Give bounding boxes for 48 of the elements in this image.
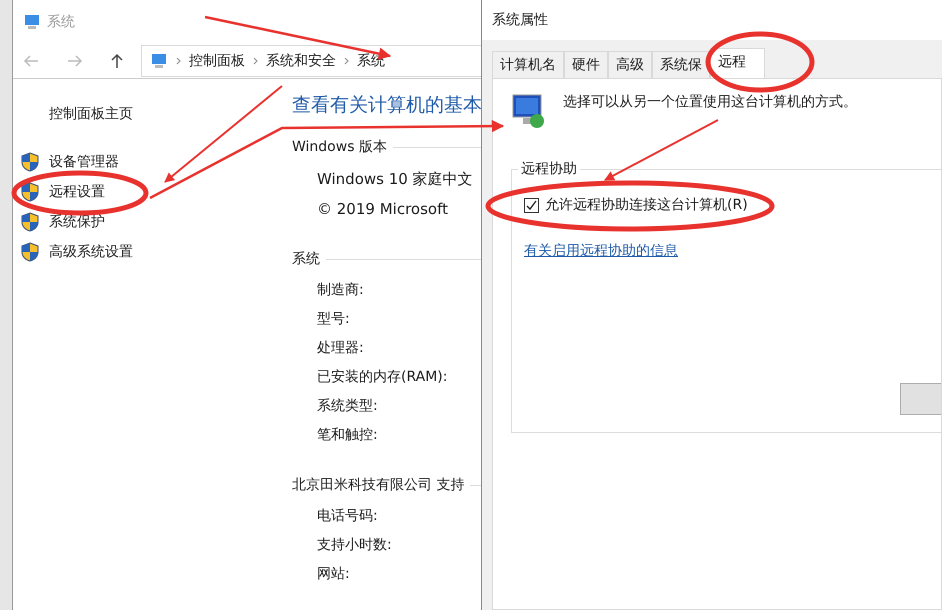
info-label: © 2019 Microsoft <box>316 199 449 220</box>
chevron-icon <box>176 57 181 65</box>
chevron-icon <box>344 57 349 65</box>
help-link[interactable]: 有关启用远程协助的信息 <box>524 242 678 260</box>
breadcrumb-item[interactable]: 系统和安全 <box>266 52 336 70</box>
section-title: 系统 <box>292 250 320 268</box>
window-title: 系统 <box>47 13 75 31</box>
page-heading: 查看有关计算机的基本 <box>292 93 481 118</box>
sidebar-link[interactable]: 高级系统设置 <box>49 243 133 261</box>
info-label: Windows 10 家庭中文 <box>316 169 474 190</box>
description-text: 选择可以从另一个位置使用这台计算机的方式。 <box>563 93 857 111</box>
sidebar-link[interactable]: 控制面板主页 <box>13 105 292 123</box>
dialog-button[interactable] <box>900 383 941 415</box>
tab[interactable]: 高级 <box>608 51 652 78</box>
up-icon[interactable] <box>111 53 123 69</box>
monitor-icon <box>511 93 547 129</box>
shield-icon <box>21 182 39 202</box>
tab[interactable]: 计算机名 <box>492 51 564 78</box>
dialog-title: 系统属性 <box>492 11 548 29</box>
shield-icon <box>21 242 39 262</box>
info-label: 电话号码: <box>316 507 379 526</box>
back-icon[interactable] <box>23 55 39 67</box>
section-title: Windows 版本 <box>292 138 387 156</box>
checkbox-label[interactable]: 允许远程协助连接这台计算机(R) <box>545 196 748 214</box>
info-label: 已安装的内存(RAM): <box>316 368 448 387</box>
info-label: 支持小时数: <box>316 536 393 555</box>
breadcrumb-item[interactable]: 控制面板 <box>189 52 245 70</box>
info-label: 型号: <box>316 310 351 329</box>
checkbox[interactable] <box>524 198 539 212</box>
computer-icon <box>150 53 168 69</box>
info-label: 制造商: <box>316 281 365 300</box>
group-title: 远程协助 <box>518 160 580 178</box>
sidebar-link[interactable]: 设备管理器 <box>49 153 119 171</box>
forward-icon[interactable] <box>67 55 83 67</box>
section-title: 北京田米科技有限公司 支持 <box>292 476 464 494</box>
info-label: 系统类型: <box>316 397 379 416</box>
tab[interactable]: 系统保 <box>652 51 710 78</box>
info-label: 处理器: <box>316 339 365 358</box>
sidebar-link[interactable]: 远程设置 <box>49 183 105 201</box>
tab[interactable]: 远程 <box>710 48 765 78</box>
shield-icon <box>21 212 39 232</box>
chevron-icon <box>253 57 258 65</box>
computer-icon <box>23 14 41 30</box>
shield-icon <box>21 152 39 172</box>
tab[interactable]: 硬件 <box>564 51 608 78</box>
sidebar-link[interactable]: 系统保护 <box>49 213 105 231</box>
info-label: 网站: <box>316 565 351 584</box>
info-label: 笔和触控: <box>316 426 379 445</box>
